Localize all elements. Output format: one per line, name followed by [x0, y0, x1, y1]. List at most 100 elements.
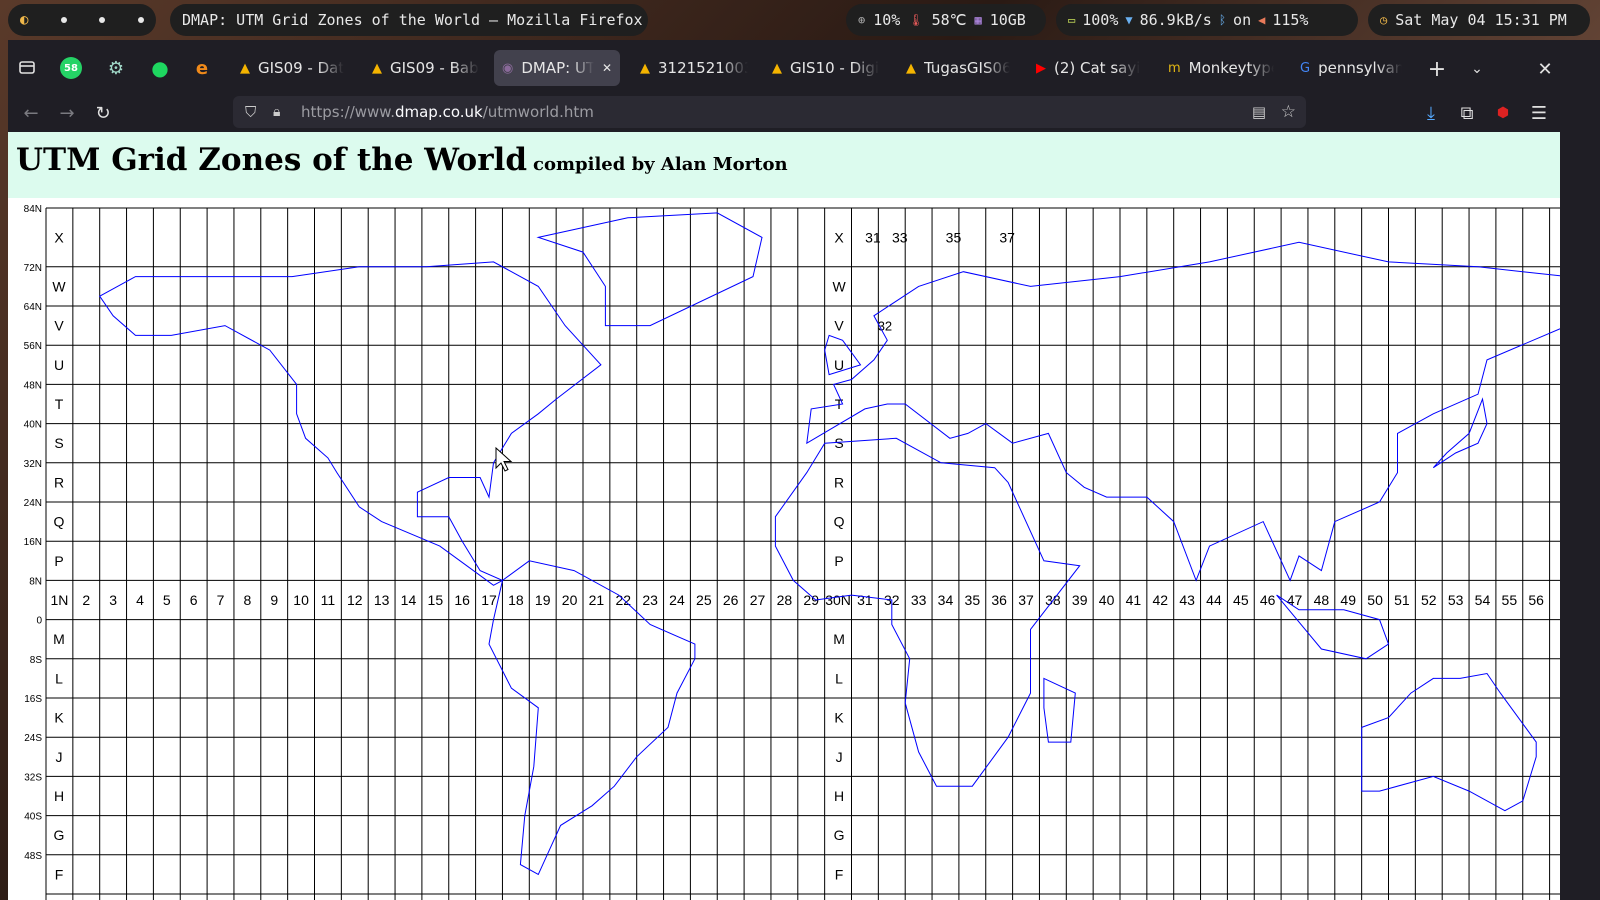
zone-number-label: 51: [1394, 592, 1410, 608]
zone-number-label: 15: [428, 592, 444, 608]
band-letter-label: R: [834, 474, 844, 490]
cpu-icon: ⊕: [858, 13, 866, 27]
chatgpt-icon[interactable]: ⚙: [102, 54, 130, 82]
web-page: UTM Grid Zones of the World compiled by A…: [8, 132, 1560, 900]
tab-label: GIS09 - Bab: [390, 59, 479, 77]
zone-number-label: 36: [991, 592, 1007, 608]
memory-icon: ▦: [974, 13, 982, 27]
status-indicators: ▭ 100% ▼ 86.9kB/s ᛒ on ◀ 115%: [1056, 4, 1358, 36]
spotify-icon[interactable]: ●: [146, 54, 174, 82]
band-letter-label: F: [835, 866, 844, 882]
zone-number-label: 10: [293, 592, 309, 608]
band-letter-label: F: [55, 866, 64, 882]
close-tab-icon[interactable]: ✕: [602, 61, 612, 75]
edge-icon[interactable]: e: [188, 54, 216, 82]
workspace-dot[interactable]: [60, 17, 67, 23]
latitude-label: 40S: [24, 812, 42, 823]
madagascar-outline: [1043, 677, 1076, 743]
google-drive-icon: ▲: [372, 60, 382, 76]
window-title: DMAP: UTM Grid Zones of the World — Mozi…: [170, 4, 648, 36]
lock-icon[interactable]: 🔒︎: [273, 104, 280, 120]
tab-5[interactable]: ▲ GIS10 - Digi: [764, 50, 888, 86]
shield-icon[interactable]: ⛉: [245, 103, 256, 121]
tab-7[interactable]: ▶ (2) Cat sayi: [1028, 50, 1152, 86]
africa-outline: [774, 437, 1081, 787]
zone-number-label: 55: [1502, 592, 1518, 608]
close-window-button[interactable]: ✕: [1532, 56, 1558, 82]
eurasia-outline: [806, 241, 1560, 582]
bookmark-star-icon[interactable]: ☆: [1281, 102, 1296, 122]
temp-value: 58℃: [931, 11, 967, 29]
extensions-icon[interactable]: ⧉: [1454, 100, 1480, 126]
zone-number-label: 20: [562, 592, 578, 608]
band-letter-label: W: [832, 278, 846, 294]
reload-button[interactable]: ↻: [90, 100, 116, 126]
zone-number-label: 42: [1152, 592, 1168, 608]
zone-number-label: 37: [1018, 592, 1034, 608]
tab-2[interactable]: ▲ GIS09 - Bab: [364, 50, 488, 86]
latitude-label: 16N: [24, 537, 42, 548]
google-drive-icon: ▲: [772, 60, 782, 76]
zone-number-label: 4: [136, 592, 144, 608]
workspace-dot[interactable]: [137, 17, 144, 23]
tab-3[interactable]: ◉ DMAP: UT ✕: [494, 50, 620, 86]
tab-4[interactable]: ▲ 3121521003: [632, 50, 756, 86]
tab-label: (2) Cat sayi: [1054, 59, 1141, 77]
url-bar[interactable]: ⛉ 🔒︎ https://www.dmap.co.uk/utmworld.htm…: [233, 96, 1306, 128]
moon-icon: ◐: [20, 12, 29, 28]
google-drive-icon: ▲: [240, 60, 250, 76]
volume-icon: ◀: [1258, 13, 1266, 27]
reader-view-icon[interactable]: ▤: [1252, 103, 1266, 121]
new-tab-button[interactable]: +: [1424, 56, 1450, 82]
zone-number-label: 28: [777, 592, 793, 608]
zone-number-label: 24: [669, 592, 685, 608]
tab-overview-icon[interactable]: [14, 54, 40, 80]
zone-number-label: 23: [642, 592, 658, 608]
zone-number-label: 43: [1179, 592, 1195, 608]
latitude-label: 40N: [24, 420, 42, 431]
band-letter-label: V: [834, 318, 844, 334]
workspace-dot[interactable]: [99, 17, 106, 23]
tab-6[interactable]: ▲ TugasGIS06: [898, 50, 1018, 86]
zone-number-label: 18: [508, 592, 524, 608]
latitude-label: 72N: [24, 263, 42, 274]
downloads-icon[interactable]: ⤓: [1418, 100, 1444, 126]
zone-number-label: 26: [723, 592, 739, 608]
workspace-switcher[interactable]: ◐: [8, 4, 156, 36]
band-letter-label: T: [55, 396, 64, 412]
page-title: UTM Grid Zones of the World compiled by A…: [16, 142, 788, 178]
zone-number-label: 40: [1099, 592, 1115, 608]
tab-1[interactable]: ▲ GIS09 - Dat: [232, 50, 356, 86]
chevron-down-icon[interactable]: ⌄: [1464, 56, 1490, 82]
band-letter-label: G: [834, 827, 845, 843]
zone-number-label: 49: [1340, 592, 1356, 608]
window-title-text: DMAP: UTM Grid Zones of the World — Mozi…: [182, 11, 643, 29]
zone-number-label: 3: [109, 592, 117, 608]
tab-9[interactable]: Gpennsylvani: [1292, 50, 1410, 86]
zone-number-label: 41: [1126, 592, 1142, 608]
band-letter-label: K: [54, 710, 64, 726]
whatsapp-icon[interactable]: 58: [60, 57, 82, 79]
forward-button[interactable]: →: [54, 100, 80, 126]
google-drive-icon: ▲: [906, 60, 916, 76]
clock[interactable]: ◷ Sat May 04 15:31 PM: [1368, 4, 1590, 36]
menu-icon[interactable]: ☰: [1526, 100, 1552, 126]
datetime-value: Sat May 04 15:31 PM: [1395, 11, 1567, 29]
utm-grid-map[interactable]: 84N72N64N56N48N40N32N24N16N8N08S16S24S32…: [8, 204, 1560, 900]
greenland-outline: [536, 212, 763, 327]
svalbard-zone-label: 35: [946, 229, 962, 245]
navigation-bar: ← → ↻ ⛉ 🔒︎ https://www.dmap.co.uk/utmwor…: [8, 92, 1600, 132]
url-text[interactable]: https://www.dmap.co.uk/utmworld.htm: [301, 103, 594, 121]
tab-label: pennsylvani: [1318, 59, 1402, 77]
band-letter-label: L: [835, 670, 843, 686]
firefox-window: 58 ⚙ ● e ▲ GIS09 - Dat ▲ GIS09 - Bab ◉ DMAP: …: [8, 40, 1600, 900]
tab-strip: 58 ⚙ ● e ▲ GIS09 - Dat ▲ GIS09 - Bab ◉ DMAP: …: [8, 40, 1600, 92]
ublock-icon[interactable]: ⬢: [1490, 100, 1516, 126]
latitude-label: 56N: [24, 341, 42, 352]
monkeytype-icon: m: [1168, 60, 1181, 76]
back-button[interactable]: ←: [18, 100, 44, 126]
tab-8[interactable]: m Monkeytype: [1160, 50, 1282, 86]
band-letter-label: P: [834, 553, 843, 569]
svalbard-zone-label: 33: [892, 229, 908, 245]
zone-number-label: 31: [857, 592, 873, 608]
